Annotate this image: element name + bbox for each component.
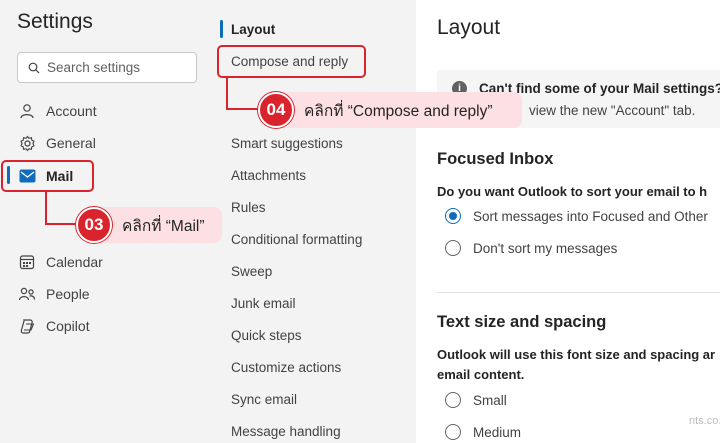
menu-item-smart-suggestions[interactable]: Smart suggestions bbox=[231, 136, 343, 151]
radio-small[interactable]: Small bbox=[445, 392, 507, 408]
radio-sort-focused[interactable]: Sort messages into Focused and Other bbox=[445, 208, 708, 224]
callout-connector bbox=[45, 223, 80, 225]
radio-label: Don't sort my messages bbox=[473, 240, 618, 256]
callout-connector bbox=[45, 192, 47, 225]
search-settings-box[interactable] bbox=[17, 52, 197, 83]
page-title: Layout bbox=[437, 16, 501, 39]
radio-button[interactable] bbox=[445, 392, 461, 408]
nav-item-calendar[interactable]: Calendar bbox=[0, 246, 216, 278]
nav-item-general[interactable]: General bbox=[0, 127, 216, 159]
watermark: nts.co.th bbox=[689, 415, 720, 427]
radio-medium[interactable]: Medium bbox=[445, 424, 521, 440]
radio-label: Medium bbox=[473, 424, 522, 440]
nav-item-people[interactable]: People bbox=[0, 278, 216, 310]
nav-item-copilot[interactable]: Copilot bbox=[0, 310, 216, 342]
nav-item-account[interactable]: Account bbox=[0, 95, 216, 127]
callout-number-badge: 03 bbox=[76, 207, 112, 243]
callout-connector bbox=[226, 78, 228, 110]
menu-item-customize-actions[interactable]: Customize actions bbox=[231, 360, 341, 375]
calendar-icon bbox=[18, 253, 36, 271]
callout-number-badge: 04 bbox=[258, 92, 294, 128]
section-divider bbox=[437, 292, 720, 293]
gear-icon bbox=[18, 134, 36, 152]
menu-item-attachments[interactable]: Attachments bbox=[231, 168, 306, 183]
callout-step-04: คลิกที่ “Compose and reply” bbox=[270, 92, 522, 128]
search-settings-input[interactable] bbox=[47, 60, 197, 75]
compose-highlight-box bbox=[217, 45, 366, 78]
callout-text: คลิกที่ “Compose and reply” bbox=[304, 102, 493, 120]
menu-item-sweep[interactable]: Sweep bbox=[231, 264, 272, 279]
text-size-question: Outlook will use this font size and spac… bbox=[437, 347, 716, 362]
focused-inbox-question: Do you want Outlook to sort your email t… bbox=[437, 184, 708, 199]
nav-item-label: Calendar bbox=[46, 254, 103, 270]
radio-button[interactable] bbox=[445, 240, 461, 256]
search-icon bbox=[28, 62, 40, 74]
menu-item-message-handling[interactable]: Message handling bbox=[231, 424, 341, 439]
layout-settings-panel: Layout i Can't find some of your Mail se… bbox=[416, 0, 720, 443]
callout-text: คลิกที่ “Mail” bbox=[122, 217, 205, 235]
person-icon bbox=[18, 102, 36, 120]
menu-item-sync-email[interactable]: Sync email bbox=[231, 392, 297, 407]
menu-item-layout[interactable]: Layout bbox=[231, 22, 275, 37]
info-text: view the new "Account" tab. bbox=[529, 103, 696, 118]
people-icon bbox=[18, 285, 36, 303]
radio-button[interactable] bbox=[445, 424, 461, 440]
nav-item-label: People bbox=[46, 286, 90, 302]
menu-item-quick-steps[interactable]: Quick steps bbox=[231, 328, 302, 343]
copilot-icon bbox=[18, 317, 36, 335]
focused-inbox-heading: Focused Inbox bbox=[437, 150, 554, 168]
settings-title: Settings bbox=[17, 10, 93, 33]
nav-item-label: Copilot bbox=[46, 318, 90, 334]
mail-highlight-box bbox=[1, 160, 94, 192]
radio-label: Small bbox=[473, 392, 507, 408]
menu-item-junk-email[interactable]: Junk email bbox=[231, 296, 296, 311]
radio-button-checked[interactable] bbox=[445, 208, 461, 224]
text-size-heading: Text size and spacing bbox=[437, 313, 607, 331]
menu-item-conditional-formatting[interactable]: Conditional formatting bbox=[231, 232, 362, 247]
nav-item-label: General bbox=[46, 135, 96, 151]
menu-item-rules[interactable]: Rules bbox=[231, 200, 266, 215]
radio-dont-sort[interactable]: Don't sort my messages bbox=[445, 240, 617, 256]
active-menu-indicator bbox=[220, 20, 223, 38]
radio-label: Sort messages into Focused and Other bbox=[473, 208, 708, 224]
nav-item-label: Account bbox=[46, 103, 97, 119]
text-size-question-cont: email content. bbox=[437, 367, 525, 382]
